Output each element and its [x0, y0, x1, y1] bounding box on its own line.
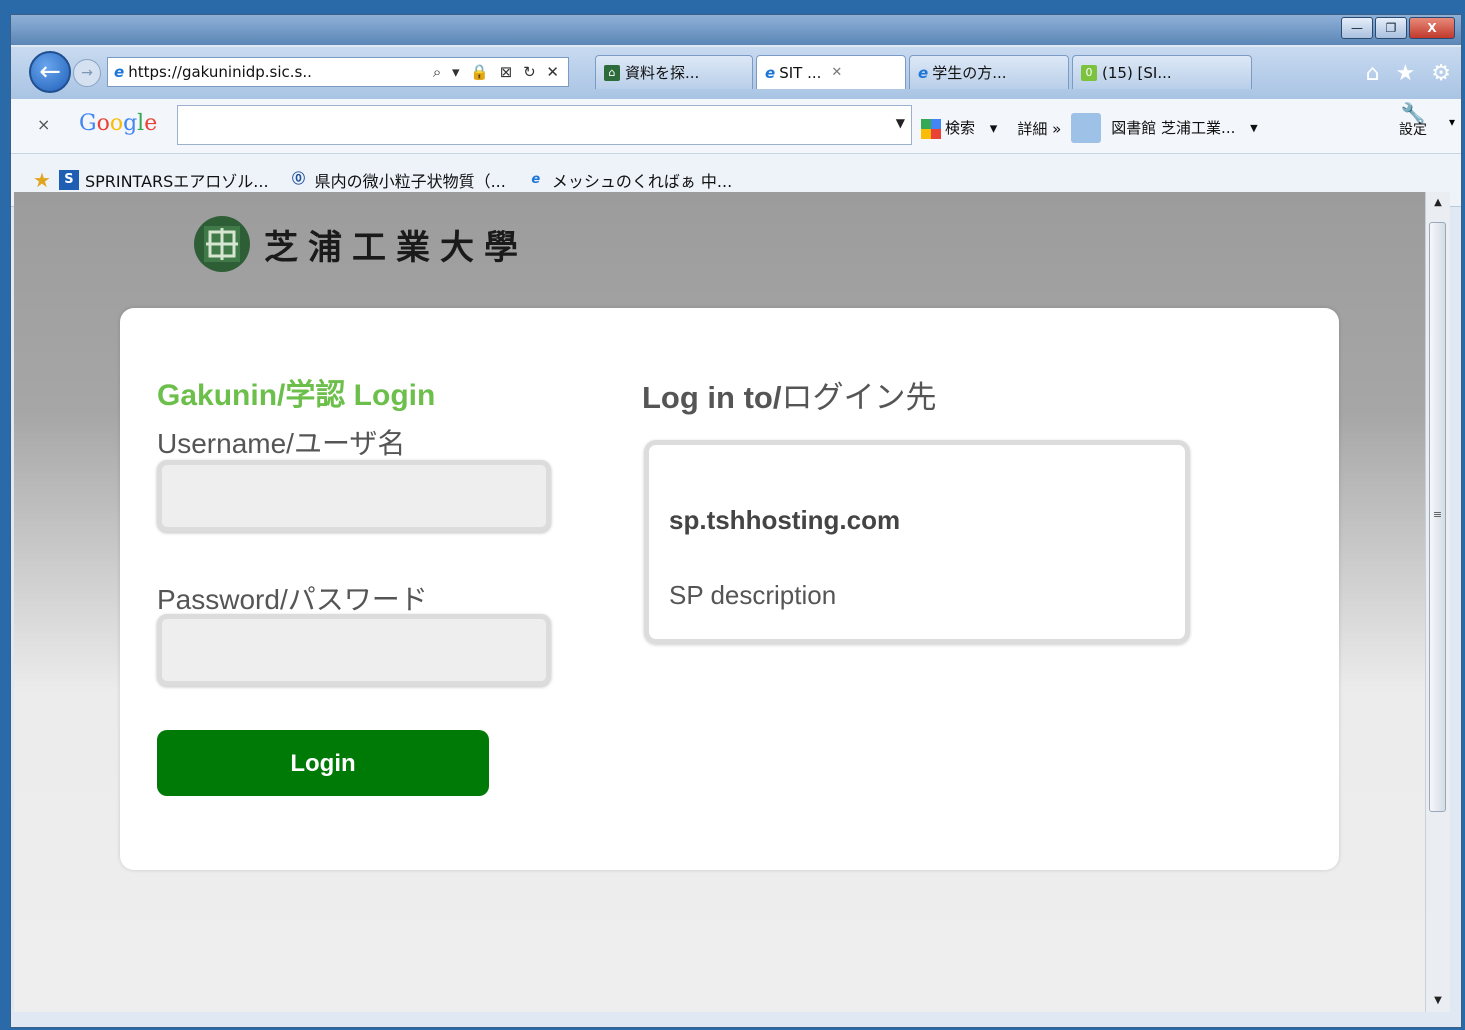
username-field[interactable]: [157, 460, 551, 532]
favorite-label: SPRINTARSエアロゾル...: [84, 172, 269, 191]
navigation-bar: ← → e https://gakuninidp.sic.s.. ⌕ ▾ 🔒 ⊠…: [11, 47, 1461, 99]
gear-icon[interactable]: ⚙: [1431, 61, 1451, 86]
service-provider-box: sp.tshhosting.com SP description: [644, 440, 1190, 644]
maximize-button[interactable]: ❐: [1375, 17, 1407, 39]
tab-label: SIT ...: [779, 63, 822, 82]
login-button[interactable]: Login: [157, 730, 489, 796]
tab-close-icon[interactable]: ✕: [831, 65, 842, 80]
google-toolbar-items: 検索 ▾ 詳細 » 図書館 芝浦工業... ▾: [921, 113, 1268, 143]
profile-button[interactable]: 図書館 芝浦工業... ▾: [1071, 113, 1258, 143]
forward-button[interactable]: →: [73, 59, 101, 87]
ie-icon: e: [918, 63, 929, 82]
tab-students[interactable]: e 学生の方...: [909, 55, 1069, 89]
ie-icon: e: [765, 63, 776, 82]
username-label: Username/ユーザ名: [157, 428, 406, 459]
sprintars-icon: S: [58, 170, 79, 190]
tab-sit[interactable]: e SIT ... ✕: [756, 55, 906, 89]
address-tools[interactable]: ⌕ ▾ 🔒 ⊠ ↻ ✕: [433, 63, 568, 81]
university-seal-icon: [194, 216, 250, 272]
tab-library[interactable]: ⌂ 資料を探...: [595, 55, 753, 89]
scrollbar-thumb[interactable]: ≡: [1429, 222, 1446, 812]
destination-title: Log in to/ログイン先: [642, 372, 936, 417]
details-button[interactable]: 詳細 »: [1017, 118, 1061, 139]
wrench-icon: 🔧: [1400, 101, 1426, 125]
tab-strip: ⌂ 資料を探... e SIT ... ✕ e 学生の方... 0 (15) […: [595, 55, 1255, 89]
destination-title-bold: Log in to/: [642, 380, 782, 415]
favorite-pm25[interactable]: ⓪ 県内の微小粒子状物質（...: [289, 168, 506, 192]
prefecture-icon: ⓪: [292, 172, 306, 187]
back-arrow-icon: ←: [39, 57, 61, 87]
home-icon[interactable]: ⌂: [1366, 61, 1380, 86]
login-card: Gakunin/学認 Login Username/ユーザ名 Password/…: [120, 308, 1339, 870]
google-search-input[interactable]: [184, 106, 868, 144]
google-logo: Google: [79, 111, 158, 136]
browser-tools: ⌂ ★ ⚙: [1366, 61, 1451, 86]
favorite-label: 県内の微小粒子状物質（...: [314, 172, 506, 191]
minimize-button[interactable]: —: [1341, 17, 1373, 39]
google-search-box[interactable]: ▼: [177, 105, 912, 145]
password-field[interactable]: [157, 614, 551, 686]
toolbar-close-button[interactable]: ×: [37, 115, 50, 134]
service-provider-name: sp.tshhosting.com: [669, 505, 901, 535]
tab-label: 学生の方...: [932, 64, 1007, 82]
tab-label: (15) [SI...: [1102, 63, 1172, 82]
address-bar[interactable]: e https://gakuninidp.sic.s.. ⌕ ▾ 🔒 ⊠ ↻ ✕: [107, 57, 569, 87]
vertical-scrollbar[interactable]: ▲ ≡ ▼: [1425, 192, 1450, 1012]
destination-title-rest: ログイン先: [781, 380, 937, 415]
favorites-star-icon[interactable]: ★: [1396, 61, 1416, 86]
username-input[interactable]: [162, 465, 546, 527]
google-search-button[interactable]: 検索 ▾: [921, 117, 997, 139]
green-badge-icon: 0: [1081, 64, 1097, 81]
university-seal-icon: ⌂: [604, 64, 620, 81]
password-input[interactable]: [162, 619, 546, 681]
back-button[interactable]: ←: [29, 51, 71, 93]
university-name: 芝浦工業大學: [264, 227, 528, 268]
chevron-down-icon[interactable]: ▼: [896, 116, 905, 130]
ie-page-icon: e: [531, 172, 541, 187]
window-controls: — ❐ X: [1339, 17, 1455, 39]
forward-arrow-icon: →: [81, 65, 93, 81]
chevron-down-icon[interactable]: ▾: [1449, 115, 1455, 129]
ie-icon: e: [114, 63, 125, 81]
scroll-up-arrow-icon[interactable]: ▲: [1426, 192, 1450, 214]
settings-button[interactable]: 🔧 設定: [1399, 101, 1427, 139]
settings-label: 設定: [1399, 122, 1427, 138]
tab-si[interactable]: 0 (15) [SI...: [1072, 55, 1252, 89]
title-bar: — ❐ X: [11, 15, 1461, 45]
add-favorite-star-icon[interactable]: ★: [33, 168, 51, 192]
password-label: Password/パスワード: [157, 584, 428, 615]
page-content: 芝浦工業大學 Gakunin/学認 Login Username/ユーザ名 Pa…: [14, 192, 1425, 1012]
close-window-button[interactable]: X: [1409, 17, 1455, 39]
scroll-down-arrow-icon[interactable]: ▼: [1426, 990, 1450, 1012]
google-apps-icon: [921, 118, 941, 139]
favorite-label: メッシュのくればぁ 中...: [551, 172, 733, 191]
favorite-sprintars[interactable]: S SPRINTARSエアロゾル...: [58, 168, 269, 192]
favorite-mesh[interactable]: e メッシュのくればぁ 中...: [526, 168, 732, 192]
grip-icon: ≡: [1432, 508, 1443, 521]
address-url: https://gakuninidp.sic.s..: [128, 63, 312, 81]
service-provider-description: SP description: [669, 580, 837, 610]
person-icon: [1071, 113, 1102, 143]
tab-label: 資料を探...: [625, 64, 700, 82]
login-title: Gakunin/学認 Login: [157, 379, 436, 412]
google-toolbar: × Google ▼ 検索 ▾ 詳細 » 図書館 芝浦工業... ▾ 🔧 設定 …: [11, 99, 1461, 154]
university-logo: 芝浦工業大學: [190, 212, 528, 276]
